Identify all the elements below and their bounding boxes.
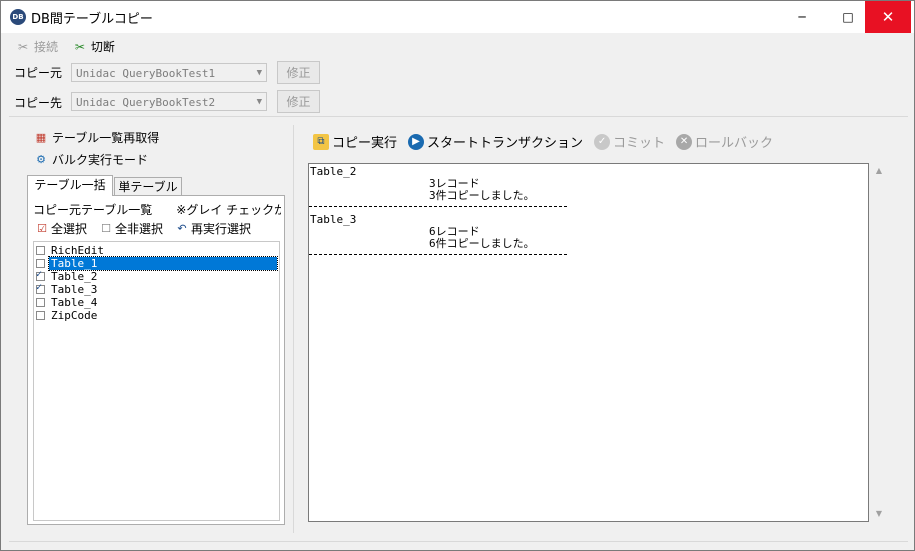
close-button[interactable]: ✕ bbox=[865, 1, 911, 33]
connect-label: 接続 bbox=[34, 40, 59, 54]
table-name: Table_2 bbox=[51, 270, 98, 283]
connection-toolbar: ✂ 接続 ✂ 切断 bbox=[15, 38, 125, 56]
dest-combo[interactable]: Unidac QueryBookTest2 ▼ bbox=[71, 92, 267, 111]
scroll-up-icon[interactable]: ▲ bbox=[871, 163, 887, 179]
start-transaction-label: スタートトランザクション bbox=[427, 136, 584, 151]
checkbox[interactable] bbox=[36, 311, 45, 320]
table-name: ZipCode bbox=[51, 309, 98, 322]
divider bbox=[9, 116, 908, 117]
disconnect-button[interactable]: ✂ 切断 bbox=[72, 38, 115, 55]
tab-bulk[interactable]: テーブル一括 bbox=[27, 175, 113, 196]
copy-exec-button[interactable]: ⧉ コピー実行 bbox=[313, 132, 397, 151]
list-item[interactable]: ZipCode bbox=[36, 309, 99, 322]
splitter[interactable] bbox=[293, 125, 294, 533]
app-icon: DB bbox=[10, 9, 26, 25]
minimize-button[interactable]: ─ bbox=[779, 1, 825, 33]
tab-single[interactable]: 単テーブル bbox=[114, 177, 182, 196]
checkbox[interactable] bbox=[36, 282, 45, 294]
main-window: DB DB間テーブルコピー ─ □ ✕ ✂ 接続 ✂ 切断 コピー元 Unida… bbox=[0, 0, 915, 551]
rollback-button[interactable]: ✕ ロールバック bbox=[676, 132, 773, 151]
log-table-name: Table_2 bbox=[310, 165, 357, 178]
list-item[interactable]: Table_3 bbox=[36, 282, 99, 296]
log-scrollbar[interactable]: ▲ ▼ bbox=[871, 163, 887, 522]
log-copied-message: 6件コピーしました。 bbox=[429, 237, 535, 250]
title-bar: DB DB間テーブルコピー ─ □ ✕ bbox=[1, 1, 914, 33]
check-circle-icon: ✓ bbox=[594, 133, 611, 150]
source-label: コピー元 bbox=[14, 66, 63, 80]
checkbox[interactable] bbox=[36, 246, 45, 255]
checkbox[interactable] bbox=[36, 259, 45, 268]
log-output[interactable]: Table_2 3レコード 3件コピーしました。 Table_3 6レコード 6… bbox=[308, 163, 869, 522]
selection-toolbar: ☑ 全選択 ☐ 全非選択 ↶ 再実行選択 bbox=[34, 220, 262, 237]
source-combo[interactable]: Unidac QueryBookTest1 ▼ bbox=[71, 63, 267, 82]
source-value: Unidac QueryBookTest1 bbox=[76, 67, 216, 80]
commit-label: コミット bbox=[613, 136, 666, 151]
dest-fix-button[interactable]: 修正 bbox=[277, 90, 320, 113]
reload-tables-button[interactable]: ▦ テーブル一覧再取得 bbox=[33, 129, 159, 146]
select-all-label: 全選択 bbox=[51, 222, 88, 236]
gears-icon: ⚙ bbox=[36, 152, 46, 166]
checkbox[interactable] bbox=[36, 269, 45, 281]
window-title: DB間テーブルコピー bbox=[31, 12, 153, 27]
transaction-toolbar: ⧉ コピー実行 ▶ スタートトランザクション ✓ コミット ✕ ロールバック bbox=[313, 132, 784, 151]
table-list[interactable]: RichEdit Table_1 Table_2 Table_3 Table_4… bbox=[33, 241, 280, 521]
list-item[interactable]: Table_1 bbox=[36, 256, 278, 271]
plug-icon: ✂ bbox=[17, 39, 29, 54]
tab-panel: コピー元テーブル一覧 ※グレイ チェックが ☑ 全選択 ☐ 全非選択 ↶ 再実行… bbox=[27, 195, 285, 525]
chevron-down-icon: ▼ bbox=[256, 97, 262, 107]
list-item[interactable]: RichEdit bbox=[36, 244, 106, 257]
commit-button[interactable]: ✓ コミット bbox=[594, 132, 665, 151]
dest-label: コピー先 bbox=[14, 96, 63, 110]
log-table-name: Table_3 bbox=[310, 213, 357, 226]
deselect-all-button[interactable]: ☐ 全非選択 bbox=[98, 220, 163, 237]
status-divider bbox=[9, 541, 908, 542]
bulk-mode-label: バルク実行モード bbox=[52, 153, 149, 167]
table-name: Table_1 bbox=[48, 256, 278, 271]
connect-button[interactable]: ✂ 接続 bbox=[15, 38, 58, 55]
start-transaction-button[interactable]: ▶ スタートトランザクション bbox=[408, 132, 583, 151]
select-all-button[interactable]: ☑ 全選択 bbox=[34, 220, 87, 237]
table-name: Table_4 bbox=[51, 296, 98, 309]
log-copied-message: 3件コピーしました。 bbox=[429, 189, 535, 202]
panel-heading: コピー元テーブル一覧 ※グレイ チェックが bbox=[33, 203, 281, 217]
reselect-button[interactable]: ↶ 再実行選択 bbox=[174, 220, 251, 237]
disconnect-label: 切断 bbox=[90, 40, 115, 54]
checkbox[interactable] bbox=[36, 298, 45, 307]
list-item[interactable]: Table_4 bbox=[36, 296, 99, 309]
deselect-all-label: 全非選択 bbox=[115, 222, 164, 236]
undo-icon: ↶ bbox=[177, 221, 187, 235]
scroll-down-icon[interactable]: ▼ bbox=[871, 506, 887, 522]
chevron-down-icon: ▼ bbox=[256, 68, 262, 78]
dest-value: Unidac QueryBookTest2 bbox=[76, 96, 216, 109]
bulk-mode-button[interactable]: ⚙ バルク実行モード bbox=[33, 151, 148, 168]
cancel-circle-icon: ✕ bbox=[676, 133, 693, 150]
list-item[interactable]: Table_2 bbox=[36, 269, 99, 283]
reselect-label: 再実行選択 bbox=[191, 222, 252, 236]
table-icon: ▦ bbox=[35, 130, 47, 144]
reload-tables-label: テーブル一覧再取得 bbox=[52, 131, 160, 145]
copy-exec-label: コピー実行 bbox=[332, 136, 398, 151]
unplug-icon: ✂ bbox=[74, 39, 85, 54]
play-icon: ▶ bbox=[408, 133, 425, 150]
log-divider bbox=[309, 206, 567, 207]
table-name: Table_3 bbox=[51, 283, 98, 296]
rollback-label: ロールバック bbox=[695, 136, 774, 151]
log-divider bbox=[309, 254, 567, 255]
copy-icon: ⧉ bbox=[313, 133, 329, 150]
table-name: RichEdit bbox=[51, 244, 104, 257]
source-fix-button[interactable]: 修正 bbox=[277, 61, 320, 84]
uncheck-all-icon: ☐ bbox=[101, 221, 111, 235]
check-all-icon: ☑ bbox=[37, 221, 47, 235]
